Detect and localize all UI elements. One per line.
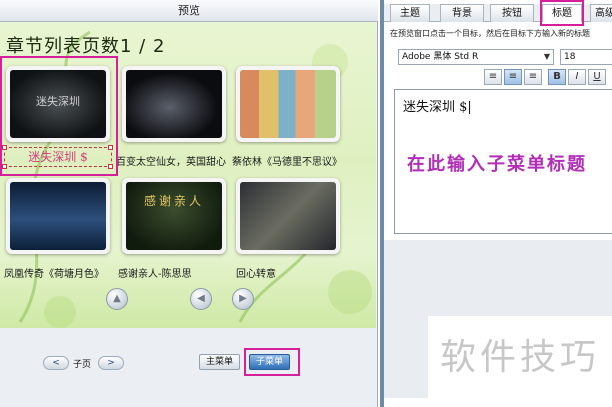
watermark: 软件技巧	[428, 316, 612, 400]
chevron-down-icon: ▼	[543, 52, 550, 61]
font-size-select[interactable]: 18	[560, 49, 612, 65]
instruction-annotation: 在此输入子菜单标题	[407, 154, 587, 175]
tab-background[interactable]: 背景	[440, 4, 484, 22]
chapter-thumbnail-6[interactable]	[236, 178, 340, 254]
font-family-select[interactable]: Adobe 黑体 Std R ▼	[398, 49, 554, 65]
next-subpage-button[interactable]: >	[98, 356, 124, 370]
align-center-icon[interactable]: ≡	[504, 69, 522, 85]
tab-bar: 主题 背景 按钮 标题 高级	[384, 0, 612, 26]
chapter-thumbnail-3[interactable]	[236, 66, 340, 142]
instruction-text: 在预览窗口点击一个目标，然后在目标下方输入新的标题	[390, 29, 590, 38]
thumbnail-caption-6[interactable]: 回心转意	[236, 265, 276, 280]
tab-advanced[interactable]: 高级	[590, 4, 612, 22]
thumbnail-caption-3[interactable]: 蔡依林《马德里不思议》	[232, 153, 342, 168]
bottom-toolbar: < 子页 > 主菜单 子菜单	[0, 328, 376, 407]
chapter-thumbnail-2[interactable]	[122, 66, 226, 142]
align-right-icon[interactable]: ≡	[524, 69, 542, 85]
thumbnail-image	[240, 182, 336, 250]
font-family-value: Adobe 黑体 Std R	[402, 52, 479, 62]
editor-text: 迷失深圳 $|	[403, 100, 472, 115]
menu-preview-stage: 章节列表页数1 / 2 迷失深圳 百变太空仙女，英国甜心 蔡依林《马德里不思议》…	[0, 22, 376, 328]
underline-button[interactable]: U	[588, 69, 606, 85]
main-menu-button[interactable]: 主菜单	[199, 354, 241, 370]
thumbnail-image	[10, 182, 106, 250]
left-arrow-icon[interactable]: ◀	[190, 288, 212, 310]
selection-highlight	[0, 56, 118, 176]
right-arrow-icon[interactable]: ▶	[232, 288, 254, 310]
subpage-label: 子页	[73, 360, 92, 370]
font-size-value: 18	[564, 52, 576, 62]
preview-title: 预览	[0, 0, 378, 22]
preview-window: 预览 章节列表页数1 / 2 迷失深圳 百变太空仙女，英国甜心 蔡依林《马德里不…	[0, 0, 378, 407]
thumbnail-caption-2[interactable]: 百变太空仙女，英国甜心	[116, 153, 226, 168]
thumbnail-caption-5[interactable]: 感谢亲人-陈思思	[118, 265, 192, 280]
tab-highlight	[540, 0, 584, 26]
tab-button[interactable]: 按钮	[490, 4, 534, 22]
page-title: 章节列表页数1 / 2	[6, 36, 166, 57]
title-text-editor[interactable]: 迷失深圳 $| 在此输入子菜单标题	[394, 89, 612, 234]
sub-menu-highlight	[244, 348, 300, 376]
chapter-thumbnail-5[interactable]: 感谢亲人	[122, 178, 226, 254]
align-left-icon[interactable]: ≡	[484, 69, 502, 85]
thumbnail-image	[240, 70, 336, 138]
chapter-thumbnail-4[interactable]	[6, 178, 110, 254]
italic-button[interactable]: I	[568, 69, 586, 85]
thumbnail-image: 感谢亲人	[126, 182, 222, 250]
tab-theme[interactable]: 主题	[390, 4, 430, 22]
thumbnail-overlay-text: 感谢亲人	[143, 193, 204, 208]
up-arrow-icon[interactable]: ▲	[106, 288, 128, 310]
prev-subpage-button[interactable]: <	[43, 356, 69, 370]
thumbnail-caption-4[interactable]: 凤凰传奇《荷塘月色》	[4, 265, 104, 280]
bold-button[interactable]: B	[548, 69, 566, 85]
thumbnail-image	[126, 70, 222, 138]
